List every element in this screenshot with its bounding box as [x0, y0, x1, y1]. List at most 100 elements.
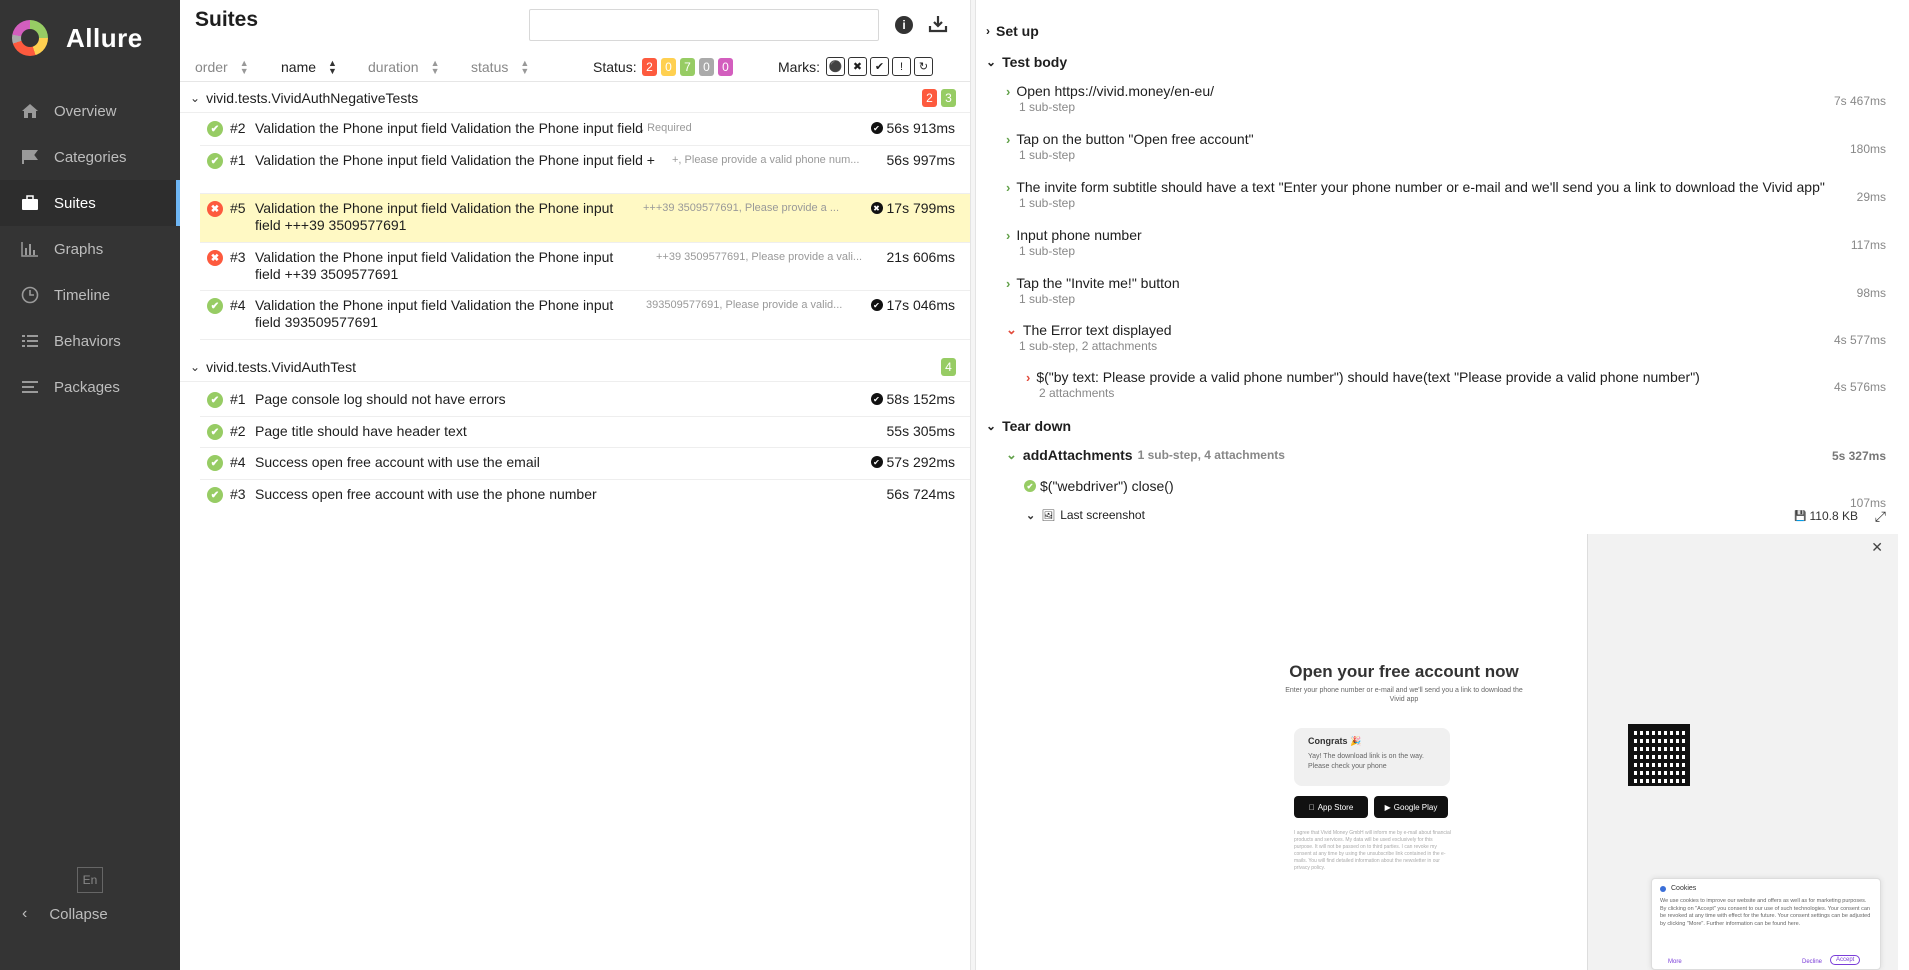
screenshot-subtitle: Enter your phone number or e-mail and we…: [1285, 687, 1523, 703]
cookie-accept: Accept: [1830, 955, 1861, 965]
suite-group-header[interactable]: ⌄ vivid.tests.VividAuthNegativeTests 2 3: [180, 83, 970, 113]
step-meta: 1 sub-step: [1019, 100, 1076, 114]
test-row[interactable]: ✔ #4 Success open free account with use …: [200, 448, 970, 480]
test-row[interactable]: ✖ #3 Validation the Phone input field Va…: [200, 243, 970, 291]
sort-duration[interactable]: duration ▲ ▼: [368, 57, 440, 76]
test-row[interactable]: ✔ #1 Page console log should not have er…: [200, 385, 970, 417]
chevron-down-icon: ⌄: [190, 90, 201, 105]
download-icon[interactable]: [928, 14, 948, 34]
sidebar: Allure Overview Categories Suites Graphs: [0, 0, 180, 970]
step-title: Tap on the button "Open free account": [1016, 131, 1254, 147]
test-step[interactable]: › Input phone number 1 sub-step 117ms: [1006, 227, 1886, 258]
sidebar-item-label: Graphs: [54, 240, 104, 258]
passed-count-badge: 3: [941, 89, 956, 107]
failed-count-badge: 2: [922, 89, 937, 107]
test-step-failed[interactable]: ⌄ The Error text displayed 1 sub-step, 2 …: [1006, 322, 1886, 353]
step-title: Open https://vivid.money/en-eu/: [1016, 83, 1215, 99]
sort-arrows-icon: ▲ ▼: [430, 57, 440, 76]
test-row[interactable]: ✔ #2 Validation the Phone input field Va…: [200, 114, 970, 146]
test-duration: ✖ 17s 799ms: [870, 200, 955, 216]
passed-status-icon: ✔: [1024, 480, 1036, 492]
flag-icon: [20, 147, 40, 167]
sidebar-item-suites[interactable]: Suites: [0, 180, 180, 226]
test-order: #3: [230, 486, 246, 502]
marks-filter-label: Marks:: [778, 58, 820, 75]
teardown-step[interactable]: ⌄ addAttachments 1 sub-step, 4 attachments…: [1006, 447, 1886, 463]
step-meta: 2 attachments: [1039, 386, 1115, 400]
test-step[interactable]: › Open https://vivid.money/en-eu/ 1 sub-s…: [1006, 83, 1886, 114]
sort-toolbar: order ▲ ▼ name ▲ ▼ duration ▲ ▼ status ▲ ▼ Statu…: [180, 52, 970, 82]
test-duration: 56s 997ms: [887, 152, 955, 168]
sort-status[interactable]: status ▲ ▼: [471, 58, 529, 75]
attachment-row[interactable]: ⌄ 🖼 Last screenshot 💾 110.8 KB ⤢: [1026, 508, 1886, 525]
test-step[interactable]: › The invite form subtitle should have a …: [1006, 179, 1886, 210]
step-meta: 1 sub-step: [1019, 196, 1076, 210]
sidebar-item-graphs[interactable]: Graphs: [0, 226, 180, 272]
list-icon: [20, 331, 40, 351]
status-failed-toggle[interactable]: 2: [642, 57, 657, 76]
collapse-button[interactable]: ‹ Collapse: [22, 905, 108, 923]
flaky-mark-icon[interactable]: ⚫: [826, 57, 845, 76]
test-duration: 56s 724ms: [887, 486, 955, 502]
sidebar-item-timeline[interactable]: Timeline: [0, 272, 180, 318]
test-row[interactable]: ✔ #4 Validation the Phone input field Va…: [200, 291, 970, 340]
passed-status-icon: ✔: [207, 392, 223, 408]
search-input[interactable]: [529, 9, 879, 41]
new-passed-mark-icon[interactable]: ✔: [870, 57, 889, 76]
chevron-down-icon: ⌄: [1026, 509, 1036, 522]
test-name: Success open free account with use the p…: [255, 486, 597, 502]
test-row[interactable]: ✔ #1 Validation the Phone input field Va…: [200, 146, 970, 194]
teardown-section-toggle[interactable]: ⌄ Tear down: [986, 418, 1071, 434]
new-broken-mark-icon[interactable]: !: [892, 57, 911, 76]
info-icon[interactable]: i: [895, 16, 913, 34]
test-step[interactable]: › Tap the "Invite me!" button 1 sub-step …: [1006, 275, 1886, 306]
setup-section-toggle[interactable]: › Set up: [986, 23, 1039, 39]
status-unknown-toggle[interactable]: 0: [718, 57, 733, 76]
step-duration: 7s 467ms: [1833, 94, 1886, 108]
image-file-icon: 🖼: [1041, 509, 1056, 522]
screenshot-congrats-card: Congrats 🎉 Yay! The download link is on …: [1294, 728, 1450, 786]
sort-name[interactable]: name ▲ ▼: [281, 58, 337, 75]
expand-icon[interactable]: ⤢: [1875, 508, 1886, 525]
close-step[interactable]: ✔ $("webdriver") close() 107ms: [1024, 478, 1886, 510]
chevron-right-icon: ›: [1026, 369, 1031, 385]
suite-stats: 4: [941, 358, 956, 376]
new-failed-mark-icon[interactable]: ✖: [848, 57, 867, 76]
nested-step-failed[interactable]: › $("by text: Please provide a valid phon…: [1026, 369, 1886, 400]
test-order: #2: [230, 120, 246, 136]
test-step[interactable]: › Tap on the button "Open free account" 1…: [1006, 131, 1886, 162]
sort-order[interactable]: order ▲ ▼: [195, 58, 249, 75]
test-name: Validation the Phone input field Validat…: [255, 249, 614, 282]
step-duration: 180ms: [1849, 142, 1886, 156]
language-button[interactable]: En: [77, 867, 103, 893]
sidebar-item-overview[interactable]: Overview: [0, 88, 180, 134]
google-play-label: Google Play: [1393, 802, 1438, 812]
duration-text: 55s 305ms: [886, 423, 955, 439]
status-passed-toggle[interactable]: 7: [680, 57, 695, 76]
body-section-toggle[interactable]: ⌄ Test body: [986, 54, 1067, 70]
duration-text: 57s 292ms: [886, 454, 955, 470]
duration-text: 56s 724ms: [886, 486, 955, 502]
status-broken-toggle[interactable]: 0: [661, 57, 676, 76]
sidebar-item-behaviors[interactable]: Behaviors: [0, 318, 180, 364]
status-skipped-toggle[interactable]: 0: [699, 57, 714, 76]
chevron-down-icon: ⌄: [190, 359, 201, 374]
close-icon[interactable]: ✕: [1871, 539, 1883, 556]
test-name: Validation the Phone input field Validat…: [255, 297, 614, 330]
retries-mark-icon[interactable]: ↻: [914, 57, 933, 76]
marks-filter: ⚫ ✖ ✔ ! ↻: [826, 57, 936, 76]
save-icon: 💾: [1794, 510, 1807, 522]
sidebar-item-packages[interactable]: Packages: [0, 364, 180, 410]
test-row-selected[interactable]: ✖ #5 Validation the Phone input field Va…: [200, 194, 970, 243]
test-parameters: ++39 3509577691, Please provide a vali..…: [656, 251, 863, 263]
new-passed-mark-icon: ✔: [870, 456, 883, 468]
brand[interactable]: Allure: [0, 0, 180, 76]
test-row[interactable]: ✔ #3 Success open free account with use …: [200, 480, 970, 512]
chevron-down-icon: ⌄: [1006, 447, 1017, 462]
step-title: Input phone number: [1016, 227, 1142, 243]
sidebar-item-categories[interactable]: Categories: [0, 134, 180, 180]
test-duration: 21s 606ms: [887, 249, 955, 265]
screenshot-preview[interactable]: ✕ Open your free account now Enter your …: [1018, 534, 1898, 970]
test-row[interactable]: ✔ #2 Page title should have header text …: [200, 417, 970, 448]
suite-group-header[interactable]: ⌄ vivid.tests.VividAuthTest 4: [180, 352, 970, 382]
